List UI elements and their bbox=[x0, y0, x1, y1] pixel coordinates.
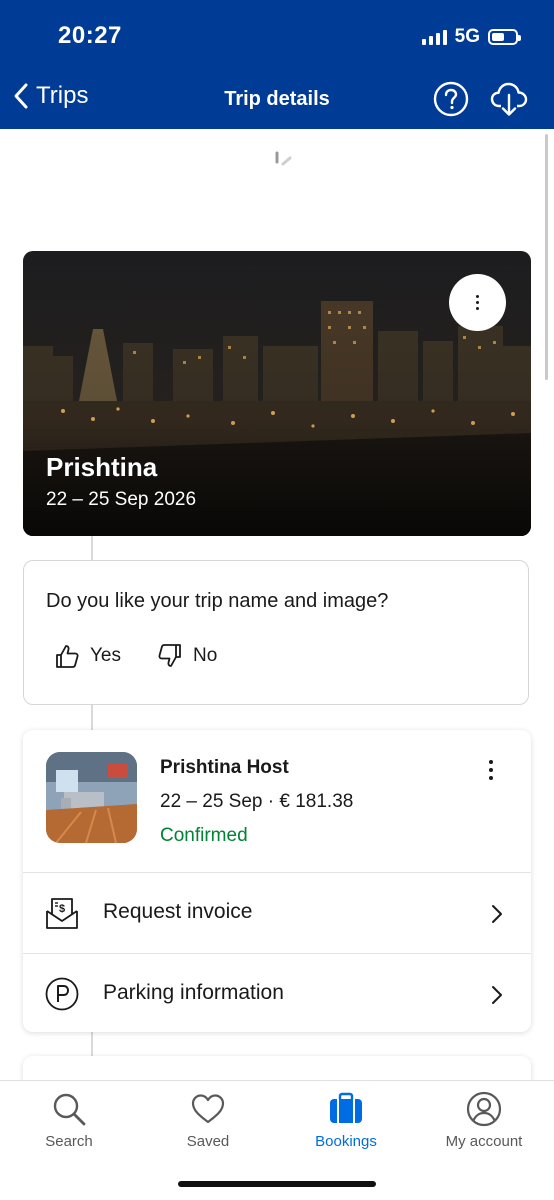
status-indicators: 5G bbox=[421, 26, 521, 48]
account-icon bbox=[466, 1091, 502, 1127]
feedback-no-label: No bbox=[193, 645, 218, 666]
thumbs-down-icon bbox=[158, 644, 181, 667]
network-type: 5G bbox=[454, 26, 480, 47]
question-circle-icon[interactable] bbox=[433, 81, 469, 117]
signal-icon bbox=[421, 29, 447, 45]
heart-icon bbox=[191, 1094, 225, 1124]
parking-information-label: Parking information bbox=[103, 981, 284, 1004]
app-header: 20:27 5G Trips Trip details bbox=[0, 0, 554, 129]
nav-search[interactable]: Search bbox=[9, 1091, 129, 1150]
thumbs-up-icon bbox=[56, 645, 79, 668]
parking-icon bbox=[45, 977, 79, 1011]
nav-my-account-label: My account bbox=[445, 1133, 523, 1150]
parking-information-row[interactable]: Parking information bbox=[23, 954, 531, 1034]
booking-details: 22 – 25 Sep · € 181.38 bbox=[160, 791, 354, 812]
request-invoice-label: Request invoice bbox=[103, 900, 253, 923]
nav-my-account[interactable]: My account bbox=[424, 1091, 544, 1150]
svg-text:$: $ bbox=[59, 903, 65, 915]
nav-search-label: Search bbox=[45, 1133, 93, 1150]
scrollbar[interactable] bbox=[545, 134, 548, 380]
home-indicator bbox=[178, 1181, 376, 1187]
booking-card[interactable]: Prishtina Host 22 – 25 Sep · € 181.38 Co… bbox=[23, 730, 531, 1032]
loading-spinner-icon bbox=[275, 151, 292, 166]
nav-saved-label: Saved bbox=[186, 1133, 230, 1150]
status-badge: Confirmed bbox=[160, 825, 248, 846]
nav-bookings[interactable]: Bookings bbox=[286, 1091, 406, 1150]
trip-name: Prishtina bbox=[46, 452, 158, 482]
trip-dates: 22 – 25 Sep 2026 bbox=[46, 489, 197, 510]
nav-bookings-label: Bookings bbox=[315, 1133, 377, 1150]
more-vertical-icon[interactable] bbox=[485, 760, 497, 780]
status-time: 20:27 bbox=[58, 22, 122, 49]
nav-saved[interactable]: Saved bbox=[148, 1091, 268, 1150]
cloud-download-icon[interactable] bbox=[489, 80, 529, 118]
trip-hero-card[interactable]: Prishtina 22 – 25 Sep 2026 bbox=[23, 251, 531, 536]
search-icon bbox=[53, 1093, 86, 1126]
feedback-yes-label: Yes bbox=[90, 645, 121, 666]
feedback-yes-button[interactable]: Yes bbox=[54, 643, 121, 669]
request-invoice-row[interactable]: $ Request invoice bbox=[23, 873, 531, 953]
feedback-question: Do you like your trip name and image? bbox=[46, 590, 389, 612]
trip-feedback-card: Do you like your trip name and image? Ye… bbox=[23, 560, 529, 705]
property-name: Prishtina Host bbox=[160, 757, 289, 778]
feedback-no-button[interactable]: No bbox=[157, 643, 217, 669]
property-thumbnail bbox=[46, 752, 137, 843]
battery-icon bbox=[488, 29, 521, 45]
chevron-right-icon bbox=[492, 986, 502, 1004]
page-title: Trip details bbox=[224, 88, 330, 110]
chevron-right-icon bbox=[492, 905, 502, 923]
more-vertical-icon bbox=[476, 295, 479, 310]
suitcase-icon bbox=[330, 1092, 362, 1123]
trip-more-button[interactable] bbox=[449, 274, 506, 331]
invoice-icon: $ bbox=[46, 898, 78, 929]
